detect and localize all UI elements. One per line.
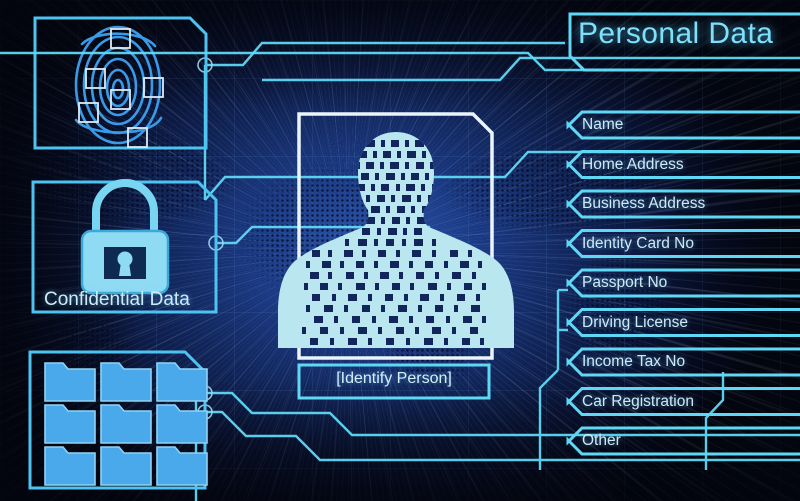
infographic-canvas: Confidential Data [Identify Person] Pers… <box>0 0 800 501</box>
data-list-item[interactable]: Business Address <box>582 195 705 213</box>
data-list-item[interactable]: Identity Card No <box>582 235 694 253</box>
data-list-item[interactable]: Other <box>582 432 621 450</box>
data-list-item[interactable]: Home Address <box>582 156 684 174</box>
data-list-item[interactable]: Driving License <box>582 314 688 332</box>
data-list-item[interactable]: Car Registration <box>582 393 694 411</box>
data-list-item[interactable]: Name <box>582 116 623 134</box>
data-list-item[interactable]: Income Tax No <box>582 353 685 371</box>
data-list-item[interactable]: Passport No <box>582 274 667 292</box>
